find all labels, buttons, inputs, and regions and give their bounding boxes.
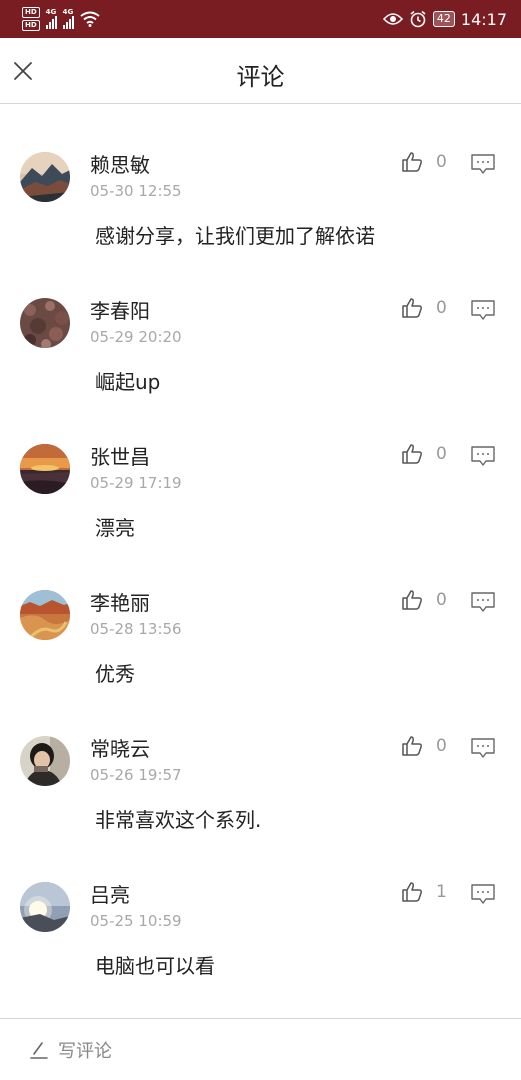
- like-button[interactable]: 0: [400, 734, 447, 758]
- like-count: 1: [436, 882, 447, 902]
- like-button[interactable]: 0: [400, 296, 447, 320]
- hd-tag: HD: [22, 7, 40, 18]
- reply-button[interactable]: [470, 590, 496, 618]
- comment-bubble-icon: [471, 738, 495, 758]
- comment-time: 05-26 19:57: [90, 766, 182, 784]
- avatar[interactable]: [20, 882, 70, 932]
- like-button[interactable]: 1: [400, 880, 447, 904]
- status-bar: HD HD 4G 4G 42 14:17: [0, 0, 521, 38]
- like-button[interactable]: 0: [400, 588, 447, 612]
- comment-item: 张世昌 05-29 17:19 0 漂亮: [0, 396, 521, 542]
- comment-author[interactable]: 常晓云: [90, 733, 150, 762]
- like-count: 0: [436, 444, 447, 464]
- hd-tag: HD: [22, 20, 40, 31]
- comment-bubble-icon: [471, 300, 495, 320]
- write-comment-label: 写评论: [58, 1041, 112, 1062]
- eye-icon: [382, 13, 403, 25]
- like-button[interactable]: 0: [400, 150, 447, 174]
- avatar[interactable]: [20, 736, 70, 786]
- comment-text: 感谢分享，让我们更加了解依诺: [95, 224, 375, 248]
- comment-author[interactable]: 李春阳: [90, 295, 150, 324]
- thumbs-up-icon: [402, 152, 422, 172]
- comment-time: 05-28 13:56: [90, 620, 182, 638]
- reply-button[interactable]: [470, 444, 496, 472]
- comment-author[interactable]: 赖思敏: [90, 149, 150, 178]
- comment-bubble-icon: [471, 884, 495, 904]
- thumbs-up-icon: [402, 298, 422, 318]
- network-type-label: 4G: [45, 8, 57, 16]
- status-right: 42 14:17: [382, 9, 507, 29]
- avatar[interactable]: [20, 298, 70, 348]
- comment-item: 李艳丽 05-28 13:56 0 优秀: [0, 542, 521, 688]
- like-count: 0: [436, 590, 447, 610]
- hd-indicators: HD HD: [22, 7, 40, 31]
- reply-button[interactable]: [470, 882, 496, 910]
- thumbs-up-icon: [402, 736, 422, 756]
- comment-time: 05-25 10:59: [90, 912, 182, 930]
- comment-bubble-icon: [471, 592, 495, 612]
- comment-item: 赖思敏 05-30 12:55 0 感谢分享，让我们更加了解依诺: [0, 104, 521, 250]
- signal-icon: 4G: [62, 8, 74, 29]
- comment-text: 非常喜欢这个系列.: [95, 808, 262, 832]
- comment-item: 常晓云 05-26 19:57 0 非常喜欢这个系列.: [0, 688, 521, 834]
- reply-button[interactable]: [470, 298, 496, 326]
- like-count: 0: [436, 298, 447, 318]
- alarm-icon: [410, 10, 426, 28]
- thumbs-up-icon: [402, 444, 422, 464]
- avatar[interactable]: [20, 444, 70, 494]
- comment-bubble-icon: [471, 154, 495, 174]
- like-count: 0: [436, 736, 447, 756]
- like-count: 0: [436, 152, 447, 172]
- comment-author[interactable]: 张世昌: [90, 441, 150, 470]
- network-type-label: 4G: [62, 8, 74, 16]
- thumbs-up-icon: [402, 590, 422, 610]
- comment-time: 05-29 20:20: [90, 328, 182, 346]
- avatar[interactable]: [20, 590, 70, 640]
- status-time: 14:17: [460, 9, 507, 29]
- bottom-bar: 写评论: [0, 1018, 521, 1080]
- comment-item: 吕亮 05-25 10:59 1 电脑也可以看: [0, 834, 521, 980]
- comment-bubble-icon: [471, 446, 495, 466]
- reply-button[interactable]: [470, 152, 496, 180]
- wifi-icon: [80, 11, 100, 27]
- avatar[interactable]: [20, 152, 70, 202]
- comment-text: 崛起up: [95, 370, 161, 394]
- comment-time: 05-30 12:55: [90, 182, 182, 200]
- like-button[interactable]: 0: [400, 442, 447, 466]
- pen-icon: [30, 1042, 48, 1059]
- comment-item: 李春阳 05-29 20:20 0 崛起up: [0, 250, 521, 396]
- comment-author[interactable]: 吕亮: [90, 879, 130, 908]
- comment-text: 优秀: [95, 662, 135, 686]
- thumbs-up-icon: [402, 882, 422, 902]
- comment-text: 电脑也可以看: [95, 954, 215, 978]
- comment-text: 漂亮: [95, 516, 135, 540]
- comment-time: 05-29 17:19: [90, 474, 182, 492]
- comment-author[interactable]: 李艳丽: [90, 587, 150, 616]
- page-title: 评论: [236, 63, 285, 91]
- header: 评论: [0, 38, 521, 104]
- reply-button[interactable]: [470, 736, 496, 764]
- status-left: HD HD 4G 4G: [22, 7, 100, 31]
- write-comment-button[interactable]: 写评论: [30, 1037, 112, 1063]
- battery-indicator: 42: [432, 11, 455, 27]
- signal-icon: 4G: [45, 8, 57, 29]
